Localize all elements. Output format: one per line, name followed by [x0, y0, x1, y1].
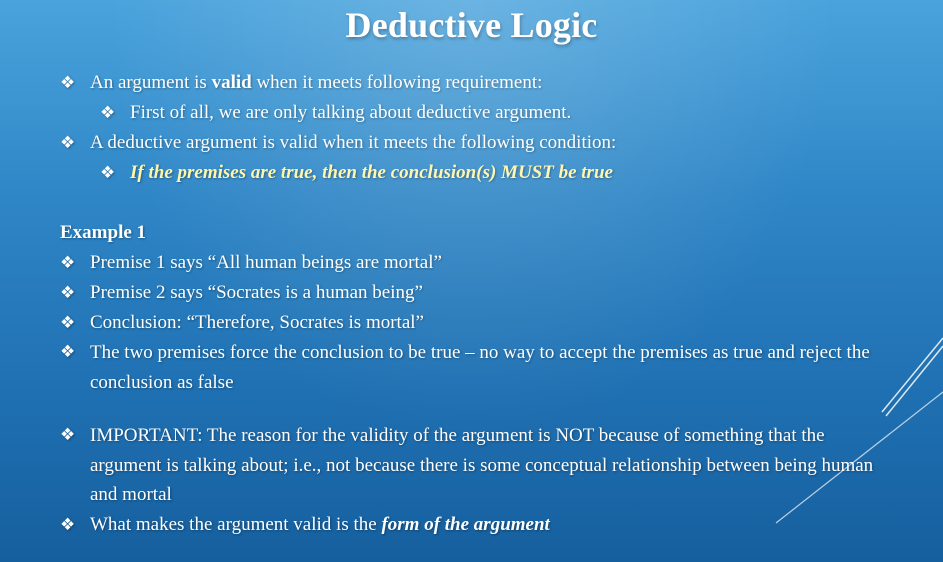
conclusion-text: Conclusion: “Therefore, Socrates is mort…: [90, 312, 424, 333]
diamond-bullet-icon: ❖: [60, 313, 76, 333]
premises-force-text: The two premises force the conclusion to…: [90, 342, 870, 393]
diamond-bullet-icon: ❖: [60, 133, 76, 153]
diamond-bullet-icon: ❖: [100, 103, 116, 123]
bullet-text-valid: valid: [211, 72, 252, 93]
premise-2-text: Premise 2 says “Socrates is a human bein…: [90, 282, 423, 303]
diamond-bullet-icon: ❖: [60, 342, 76, 362]
bullet-text-suffix: when it meets following requirement:: [251, 72, 543, 93]
bullet-premise-1: ❖ Premise 1 says “All human beings are m…: [60, 248, 890, 278]
diamond-bullet-icon: ❖: [60, 425, 76, 445]
slide-body: ❖ An argument is valid when it meets fol…: [60, 68, 890, 540]
bullet-premises-force: ❖ The two premises force the conclusion …: [60, 338, 890, 397]
bullet-conclusion: ❖ Conclusion: “Therefore, Socrates is mo…: [60, 308, 890, 338]
slide-title: Deductive Logic: [345, 5, 598, 45]
bullet-text-prefix: An argument is: [90, 72, 212, 93]
premise-1-text: Premise 1 says “All human beings are mor…: [90, 252, 442, 273]
diamond-bullet-icon: ❖: [60, 283, 76, 303]
slide: Deductive Logic ❖ An argument is valid w…: [0, 0, 943, 562]
bullet-valid-definition: ❖ An argument is valid when it meets fol…: [60, 68, 890, 98]
bullet-form: ❖ What makes the argument valid is the f…: [60, 510, 890, 540]
condition-text: If the premises are true, then the concl…: [130, 162, 613, 183]
form-text-emphasis: form of the argument: [381, 513, 550, 535]
diamond-bullet-icon: ❖: [60, 73, 76, 93]
form-text-prefix: What makes the argument valid is the: [90, 513, 382, 535]
important-text: IMPORTANT: The reason for the validity o…: [90, 425, 874, 505]
bullet-important: ❖ IMPORTANT: The reason for the validity…: [60, 421, 890, 510]
bullet-premise-2: ❖ Premise 2 says “Socrates is a human be…: [60, 278, 890, 308]
diamond-bullet-icon: ❖: [60, 514, 76, 535]
bullet-text: A deductive argument is valid when it me…: [90, 132, 617, 153]
sub-bullet-condition: ❖ If the premises are true, then the con…: [100, 158, 890, 188]
bullet-deductive-condition: ❖ A deductive argument is valid when it …: [60, 128, 890, 158]
diamond-bullet-icon: ❖: [100, 163, 116, 183]
sub-bullet-deductive-only: ❖ First of all, we are only talking abou…: [100, 98, 890, 128]
example-heading: Example 1: [60, 222, 147, 243]
diamond-bullet-icon: ❖: [60, 253, 76, 273]
sub-bullet-text: First of all, we are only talking about …: [130, 102, 572, 123]
